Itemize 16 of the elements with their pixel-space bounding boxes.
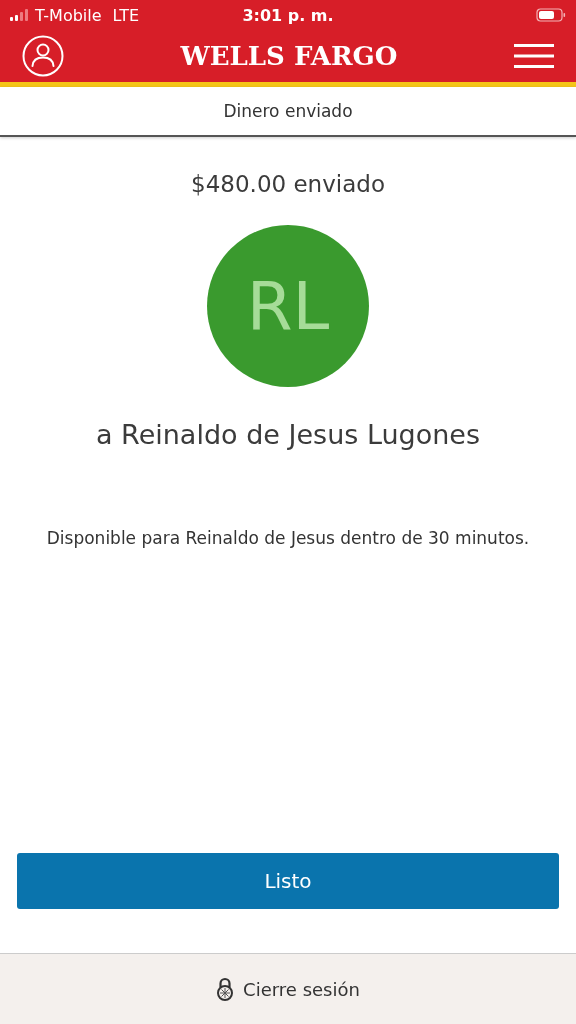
availability-message: Disponible para Reinaldo de Jesus dentro de 30 minutos. [46,528,530,548]
padlock-icon [216,977,235,1001]
status-time: 3:01 p. m. [242,5,334,25]
bank-logo: WELLS FARGO [180,41,398,71]
recipient-avatar: RL [207,225,369,387]
carrier-name: T-Mobile [35,5,102,25]
signal-icon [10,9,30,21]
menu-icon[interactable] [514,44,554,68]
signout-button[interactable]: Cierre sesión [212,973,364,1005]
profile-icon[interactable] [22,35,64,77]
page-title: Dinero enviado [223,101,353,121]
recipient-name: a Reinaldo de Jesus Lugones [95,419,481,450]
amount-sent: $480.00 enviado [191,171,385,197]
network-type: LTE [112,5,140,25]
done-button[interactable]: Listo [17,853,559,909]
battery-icon [536,8,566,22]
